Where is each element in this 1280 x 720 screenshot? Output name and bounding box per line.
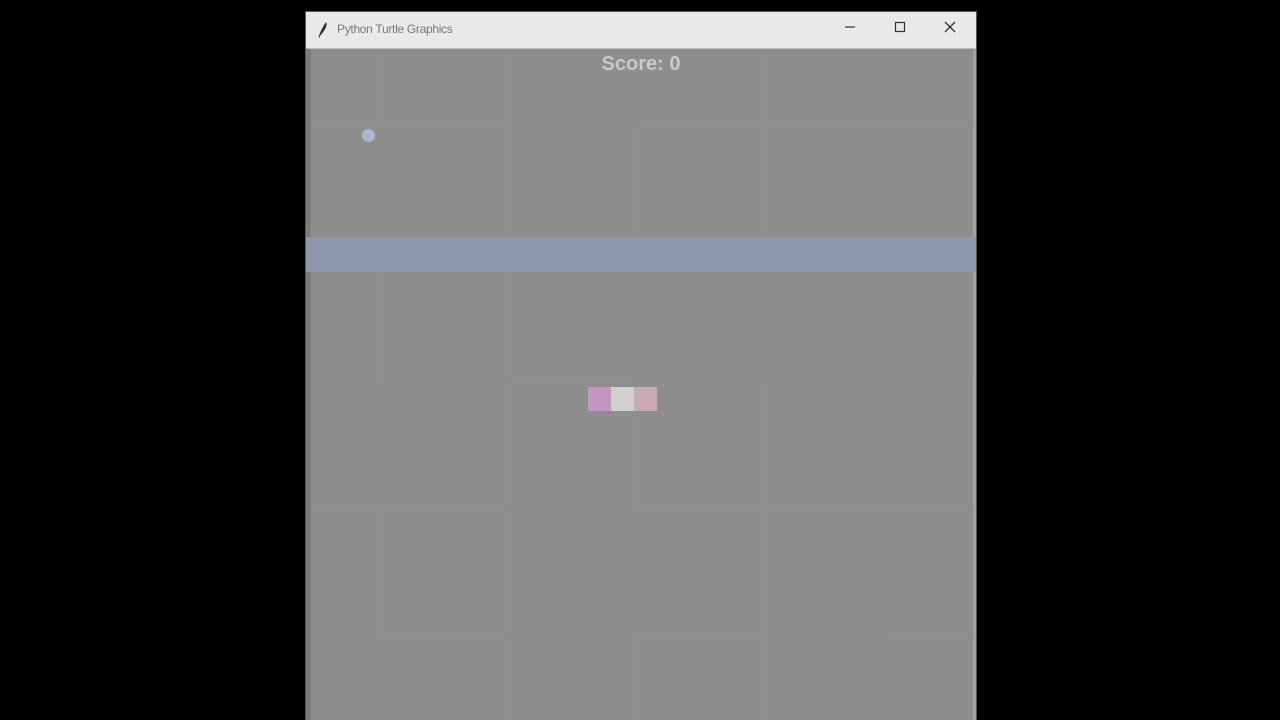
brick-row	[306, 237, 976, 272]
window-title: Python Turtle Graphics	[337, 22, 453, 36]
paddle-segment	[611, 387, 634, 411]
canvas-left-border	[306, 49, 311, 720]
minimize-button[interactable]	[826, 12, 874, 46]
close-icon	[944, 20, 956, 38]
game-canvas[interactable]: Score: 0	[306, 49, 976, 720]
paddle-segment	[588, 387, 611, 411]
score-display: Score: 0	[601, 53, 681, 75]
minimize-icon	[844, 20, 856, 38]
title-bar[interactable]: Python Turtle Graphics	[306, 12, 976, 49]
feather-icon	[316, 21, 330, 39]
turtle-window: Python Turtle Graphics Score: 0	[306, 12, 976, 720]
close-button[interactable]	[926, 12, 974, 46]
canvas-right-border	[973, 49, 976, 720]
paddle-segment	[634, 387, 657, 411]
paddle[interactable]	[588, 387, 657, 411]
maximize-icon	[894, 20, 906, 38]
maximize-button[interactable]	[876, 12, 924, 46]
ball	[362, 129, 375, 142]
